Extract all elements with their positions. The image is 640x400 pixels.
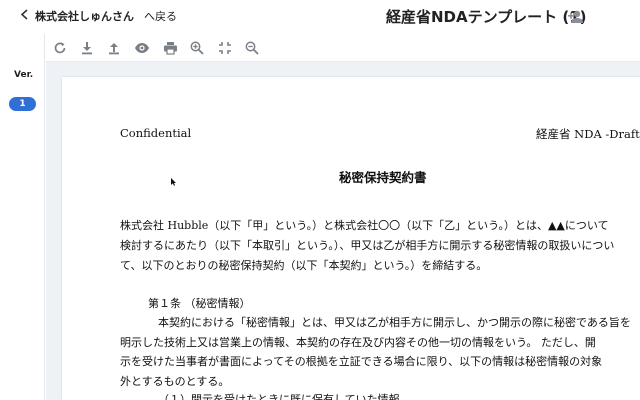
doc-header-left: Confidential	[120, 126, 192, 140]
chevron-left-icon	[20, 9, 29, 23]
doc-paragraph-line: 検討するにあたり（以下「本取引」という。）、甲又は乙が相手方に開示する秘密情報の…	[120, 239, 615, 252]
version-badge[interactable]: 1	[9, 97, 36, 111]
back-label: へ戻る	[144, 10, 177, 23]
doc-title: 秘密保持契約書	[339, 170, 427, 185]
version-sidebar	[0, 34, 45, 400]
upload-icon[interactable]	[105, 39, 123, 57]
refresh-icon[interactable]	[51, 39, 69, 57]
zoom-out-icon[interactable]	[243, 39, 261, 57]
doc-list-item: （１）開示を受けたときに既に保有していた情報	[158, 393, 400, 400]
page-title: 経産省NDAテンプレート (1)	[386, 8, 587, 26]
doc-paragraph-line: 株式会社 Hubble（以下「甲」という。）と株式会社〇〇（以下「乙」という。）…	[120, 219, 609, 232]
person-add-icon[interactable]	[567, 8, 585, 26]
mouse-cursor-icon	[171, 171, 176, 186]
doc-article-heading: 第１条 （秘密情報）	[148, 297, 251, 310]
doc-paragraph-line: 明示した技術上又は営業上の情報、本契約の存在及び内容その他一切の情報をいう。 た…	[120, 336, 596, 349]
zoom-in-icon[interactable]	[188, 39, 206, 57]
doc-paragraph-line: 外とするものとする。	[120, 375, 230, 388]
print-icon[interactable]	[161, 39, 179, 57]
app-header: 株式会社しゅんさん へ戻る 経産省NDAテンプレート (1)	[0, 0, 640, 34]
version-label: Ver.	[14, 70, 34, 80]
back-link[interactable]: 株式会社しゅんさん へ戻る	[20, 8, 177, 24]
download-icon[interactable]	[78, 39, 96, 57]
collapse-icon[interactable]	[216, 39, 234, 57]
back-company-name: 株式会社しゅんさん	[35, 10, 134, 23]
doc-paragraph-line: て、以下のとおりの秘密保持契約（以下「本契約」という。）を締結する。	[120, 259, 488, 272]
doc-header-right: 経産省 NDA -Draft	[536, 127, 640, 141]
doc-paragraph-line: 示を受けた当事者が書面によってその根拠を立証できる場合に限り、以下の情報は秘密情…	[120, 355, 603, 368]
eye-icon[interactable]	[133, 39, 151, 57]
doc-paragraph-line: 本契約における「秘密情報」とは、甲又は乙が相手方に開示し、かつ開示の際に秘密であ…	[158, 316, 631, 329]
document-toolbar	[46, 34, 640, 62]
